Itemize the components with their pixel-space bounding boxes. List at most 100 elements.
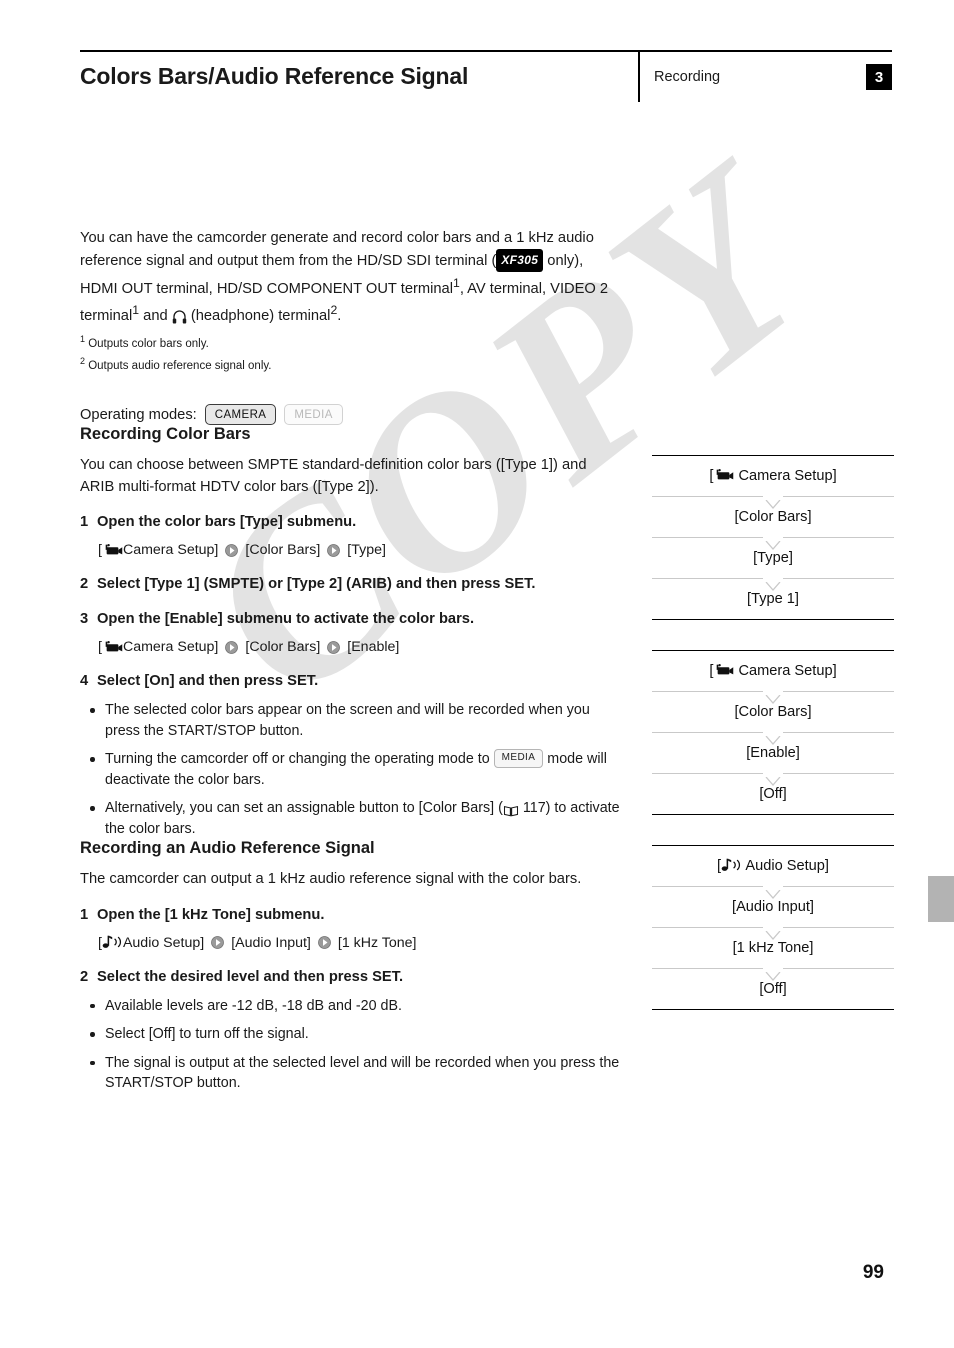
panel-row-color-bars: [Color Bars] bbox=[734, 509, 812, 525]
camera-setup-icon bbox=[102, 543, 123, 556]
audio-setup-icon bbox=[721, 858, 742, 872]
headphone-icon bbox=[172, 310, 187, 324]
menu-path-label-b: [Audio Input] bbox=[231, 934, 311, 951]
arrow-right-icon bbox=[210, 935, 225, 950]
audio-intro-line-2: bars. bbox=[548, 871, 582, 888]
page-header: Colors Bars/Audio Reference Signal Recor… bbox=[80, 50, 892, 102]
color-bars-step-4: 4 Select [On] and then press SET. bbox=[80, 671, 620, 692]
camera-setup-icon bbox=[713, 663, 734, 677]
panel-row-off: [Off] bbox=[759, 786, 787, 802]
arrow-right-icon bbox=[224, 543, 239, 558]
intro-and: and bbox=[139, 308, 172, 325]
panel-bottom-rule bbox=[652, 619, 894, 620]
intro-headphone-terminal: (headphone) terminal bbox=[186, 308, 331, 325]
color-bars-step-1: 1 Open the color bars [Type] submenu. bbox=[80, 512, 620, 533]
operating-modes-row: Operating modes: CAMERA MEDIA bbox=[80, 404, 620, 426]
color-bars-step-3: 3 Open the [Enable] submenu to activate … bbox=[80, 609, 620, 630]
chapter-number-badge: 3 bbox=[866, 64, 892, 90]
menu-path-label-c: [Enable] bbox=[347, 639, 400, 656]
color-bars-menu-path-1: [ Camera Setup] [Color Bars] [Type] bbox=[98, 540, 620, 560]
note-line-1: The selected color bars appear on the sc… bbox=[105, 702, 525, 719]
footnote-1-text: Outputs color bars only. bbox=[88, 337, 209, 350]
mode-pill-camera: CAMERA bbox=[204, 404, 277, 426]
color-bars-notes-list: The selected color bars appear on the sc… bbox=[80, 700, 620, 839]
list-item: The signal is output at the selected lev… bbox=[80, 1053, 620, 1094]
panel-bottom-rule bbox=[652, 1009, 894, 1010]
panel-row-camera-setup: [ Camera Setup] bbox=[652, 456, 894, 496]
list-item: Turning the camcorder off or changing th… bbox=[80, 749, 620, 790]
panel-row-type-1: [Type 1] bbox=[747, 591, 799, 607]
color-bars-step-2: 2 Select [Type 1] (SMPTE) or [Type 2] (A… bbox=[80, 574, 620, 595]
audio-menu-path-1: [ Audio Setup] [Audio Input] [1 kHz Tone… bbox=[98, 933, 620, 953]
audio-setup-icon bbox=[102, 935, 123, 949]
mode-pill-media-inline: MEDIA bbox=[493, 749, 544, 769]
panel-row-audio-input: [Audio Input] bbox=[732, 899, 814, 915]
step-text: Open the [Enable] submenu to activate th… bbox=[97, 611, 475, 628]
menu-diagram-column: [ Camera Setup] [Color Bars] [Type] [Typ… bbox=[652, 455, 894, 1032]
audio-intro: The camcorder can output a 1 kHz audio r… bbox=[80, 869, 620, 891]
main-content-column: You can have the camcorder generate and … bbox=[80, 228, 620, 1094]
list-item: Alternatively, you can set an assignable… bbox=[80, 798, 620, 839]
step-text: Select the desired level and then press … bbox=[97, 968, 404, 985]
audio-step-1: 1 Open the [1 kHz Tone] submenu. bbox=[80, 905, 620, 926]
panel-row-audio-setup: [ Audio Setup] bbox=[652, 846, 894, 886]
list-item: The selected color bars appear on the sc… bbox=[80, 700, 620, 741]
footnote-2-marker: 2 bbox=[80, 355, 86, 366]
page-title: Colors Bars/Audio Reference Signal bbox=[80, 63, 469, 89]
page-number: 99 bbox=[862, 1262, 884, 1283]
color-bars-intro: You can choose between SMPTE standard-de… bbox=[80, 455, 620, 498]
panel-row-1khz-tone: [1 kHz Tone] bbox=[732, 940, 814, 956]
mode-pill-media: MEDIA bbox=[284, 404, 343, 426]
chapter-edge-tab bbox=[928, 876, 954, 922]
step-text: Select [Type 1] (SMPTE) or [Type 2] (ARI… bbox=[97, 576, 536, 593]
step-text: Select [On] and then press SET. bbox=[97, 673, 319, 690]
panel-row-label: Audio Setup] bbox=[742, 858, 829, 874]
panel-row-label: Camera Setup] bbox=[734, 663, 837, 679]
menu-path-label-b: [Color Bars] bbox=[245, 542, 321, 559]
step-number: 2 bbox=[80, 576, 89, 593]
menu-path-label-b: [Color Bars] bbox=[245, 639, 321, 656]
footnote-1-marker: 1 bbox=[80, 333, 86, 344]
menu-path-label-c: [1 kHz Tone] bbox=[337, 934, 417, 951]
menu-panel-color-bars-enable: [ Camera Setup] [Color Bars] [Enable] [O… bbox=[652, 650, 894, 815]
step-text: Open the color bars [Type] submenu. bbox=[97, 514, 357, 531]
list-item: Available levels are -12 dB, -18 dB and … bbox=[80, 996, 620, 1017]
book-reference-icon bbox=[503, 803, 519, 817]
section-heading-audio-reference: Recording an Audio Reference Signal bbox=[80, 839, 375, 858]
panel-row-enable: [Enable] bbox=[746, 745, 800, 761]
step-number: 1 bbox=[80, 514, 89, 531]
menu-path-label-c: [Type] bbox=[347, 542, 386, 559]
section-heading-color-bars: Recording Color Bars bbox=[80, 425, 251, 444]
note-line-1: Alternatively, you can set an assignable… bbox=[105, 800, 495, 817]
panel-row-color-bars: [Color Bars] bbox=[734, 704, 812, 720]
camera-setup-icon bbox=[713, 468, 734, 482]
step-number: 4 bbox=[80, 673, 89, 690]
step-number: 2 bbox=[80, 968, 89, 985]
menu-panel-color-bars-type: [ Camera Setup] [Color Bars] [Type] [Typ… bbox=[652, 455, 894, 620]
intro-line-1: You can have the camcorder generate and … bbox=[80, 230, 554, 246]
footnote-2: 2 Outputs audio reference signal only. bbox=[80, 353, 620, 375]
panel-row-label: Camera Setup] bbox=[734, 468, 837, 484]
arrow-right-icon bbox=[326, 640, 341, 655]
audio-intro-line-1: The camcorder can output a 1 kHz audio r… bbox=[80, 871, 545, 888]
header-section-name: Recording bbox=[654, 69, 721, 85]
footnote-ref-1a: 1 bbox=[452, 276, 460, 290]
menu-path-label-a: Audio Setup] bbox=[122, 934, 205, 951]
menu-path-label-a: Camera Setup] bbox=[122, 639, 219, 656]
list-item: Select [Off] to turn off the signal. bbox=[80, 1024, 620, 1045]
intro-period: . bbox=[337, 308, 342, 325]
panel-row-off: [Off] bbox=[759, 981, 787, 997]
footnotes-block: 1 Outputs color bars only. 2 Outputs aud… bbox=[80, 331, 620, 375]
menu-panel-audio-tone: [ Audio Setup] [Audio Input] [1 kHz Tone… bbox=[652, 845, 894, 1010]
step-number: 3 bbox=[80, 611, 89, 628]
arrow-right-icon bbox=[224, 640, 239, 655]
step-number: 1 bbox=[80, 906, 89, 923]
audio-step-2: 2 Select the desired level and then pres… bbox=[80, 967, 620, 988]
note-line-1: The signal is output at the selected lev… bbox=[105, 1054, 530, 1071]
note-line-1: Turning the camcorder off or changing th… bbox=[105, 751, 494, 768]
step-text: Open the [1 kHz Tone] submenu. bbox=[97, 906, 325, 923]
footnote-2-text: Outputs audio reference signal only. bbox=[88, 359, 272, 372]
panel-row-camera-setup: [ Camera Setup] bbox=[652, 651, 894, 691]
panel-row-type: [Type] bbox=[753, 550, 793, 566]
color-bars-intro-line-1: You can choose between SMPTE standard-de… bbox=[80, 457, 558, 474]
